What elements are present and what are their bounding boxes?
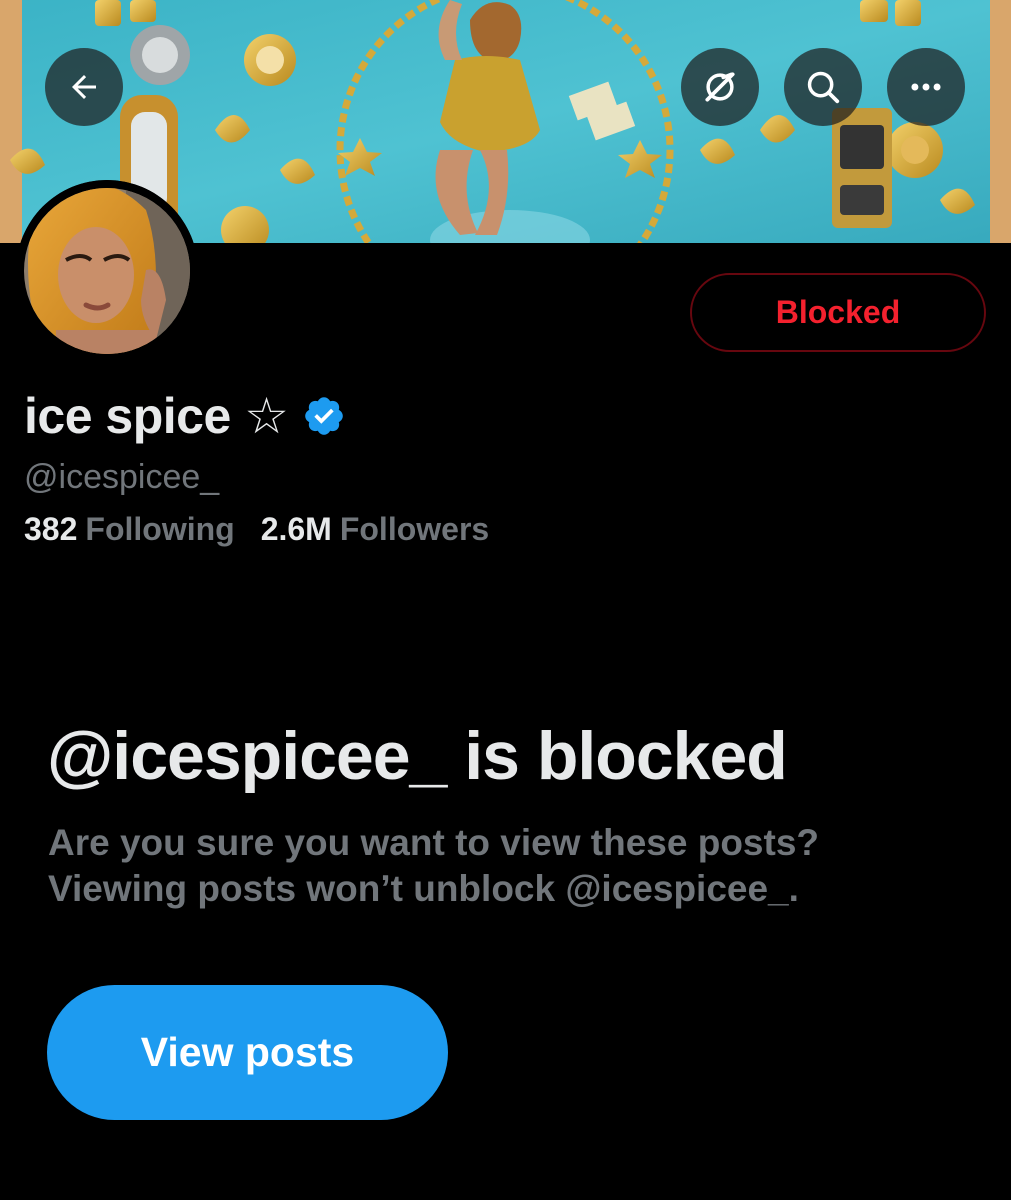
grok-icon: [705, 72, 735, 102]
profile-stats: 382 Following 2.6M Followers: [24, 511, 489, 548]
search-icon: [807, 71, 840, 104]
blocked-notice-title: @icespicee_ is blocked: [47, 718, 788, 794]
blocked-notice-line-2: Viewing posts won’t unblock @icespicee_.: [48, 868, 799, 909]
followers-label: Followers: [339, 511, 490, 547]
view-posts-button[interactable]: View posts: [47, 985, 448, 1120]
verified-badge-icon: [305, 397, 344, 435]
avatar-image: [16, 180, 198, 362]
followers-stat[interactable]: 2.6M Followers: [261, 511, 490, 548]
blocked-notice-description: Are you sure you want to view these post…: [48, 820, 948, 912]
following-count: 382: [24, 511, 78, 547]
back-button[interactable]: [45, 48, 123, 126]
more-horizontal-icon: [911, 83, 941, 91]
blocked-button[interactable]: Blocked: [690, 273, 986, 352]
grok-button[interactable]: [681, 48, 759, 126]
more-options-button[interactable]: [887, 48, 965, 126]
avatar[interactable]: [16, 180, 198, 362]
profile-handle: @icespicee_: [24, 458, 220, 496]
profile-name-row: ice spice ☆: [24, 384, 346, 448]
followers-count: 2.6M: [260, 511, 332, 547]
blocked-notice-line-1: Are you sure you want to view these post…: [48, 822, 820, 863]
following-stat[interactable]: 382 Following: [24, 511, 235, 548]
search-button[interactable]: [784, 48, 862, 126]
display-name: ice spice ☆: [24, 388, 289, 444]
arrow-left-icon: [72, 75, 96, 99]
following-label: Following: [85, 511, 235, 547]
